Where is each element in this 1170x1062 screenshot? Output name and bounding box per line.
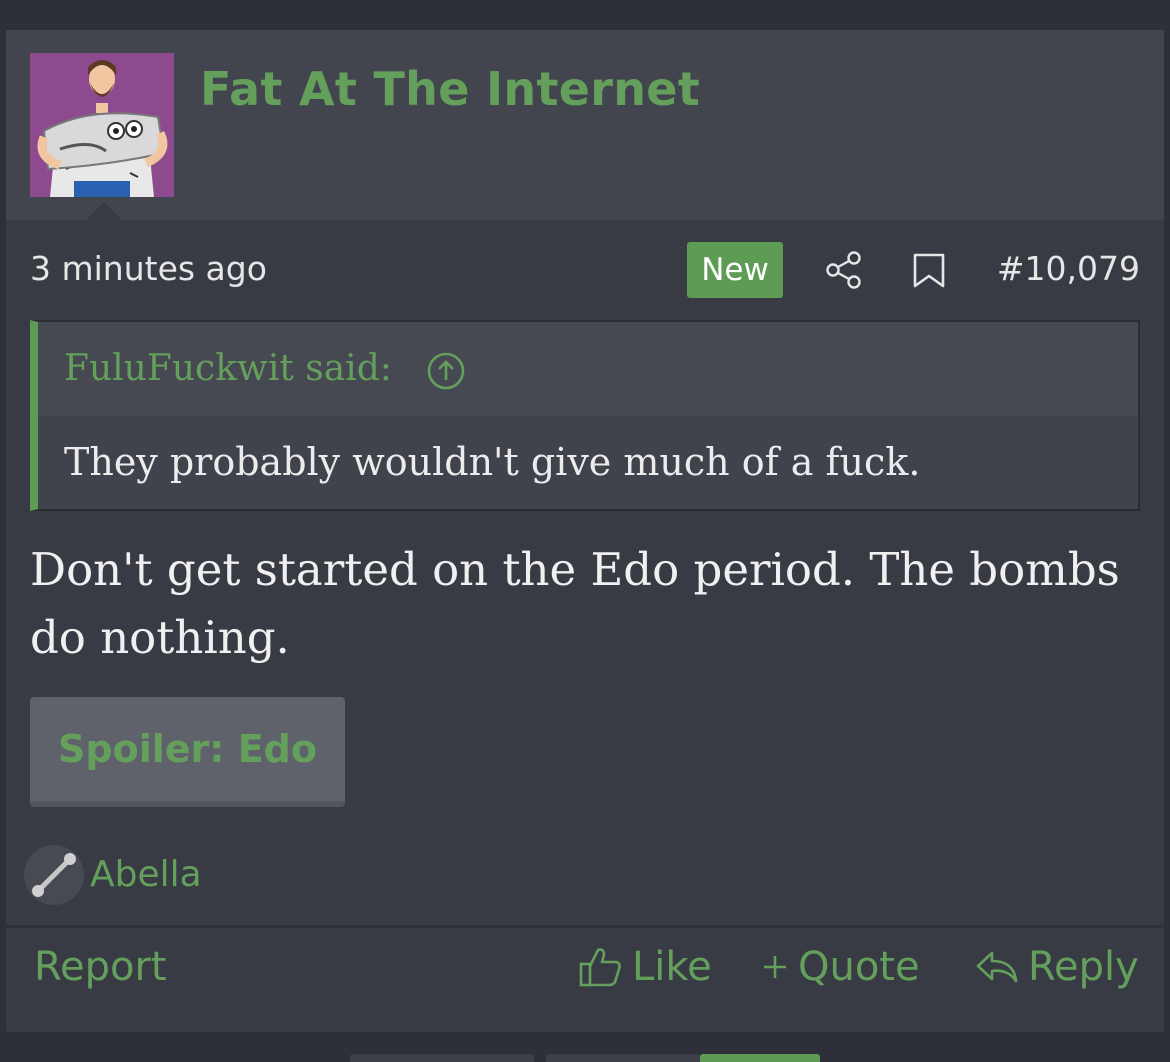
report-button[interactable]: Report [34,944,167,990]
message-body: Don't get started on the Edo period. The… [30,543,1120,664]
post-number-link[interactable]: #10,079 [997,249,1140,288]
reply-label: Reply [1028,944,1139,990]
reply-arrow-icon [976,951,1018,983]
quote-label: Quote [798,944,920,990]
quote-header: FuluFuckwit said: [38,322,1138,416]
barbell-icon[interactable] [24,845,84,905]
user-avatar[interactable] [30,53,174,197]
new-badge: New [687,242,783,298]
page-tab-active[interactable] [700,1054,820,1062]
report-label: Report [34,944,167,990]
quote-text: They probably wouldn't give much of a fu… [64,440,921,484]
spoiler-button[interactable]: Spoiler: Edo [30,697,345,807]
reaction-user-link[interactable]: Abella [90,854,202,895]
like-button[interactable]: Like [578,944,712,990]
arrow-up-circle-icon[interactable] [426,351,466,391]
page-tab-2[interactable] [546,1054,700,1062]
page-tab-1[interactable] [350,1054,534,1062]
footer-divider [6,925,1164,928]
quote-block: FuluFuckwit said: They probably wouldn't… [30,320,1140,511]
plus-icon [764,956,786,978]
post-header: Fat At The Internet [6,30,1164,220]
post-timestamp[interactable]: 3 minutes ago [30,249,267,288]
reply-button[interactable]: Reply [974,944,1139,990]
thumbs-up-icon [579,948,621,987]
share-icon[interactable] [824,250,864,290]
quote-button[interactable]: Quote [760,944,920,990]
post-container: Fat At The Internet 3 minutes ago New #1… [6,30,1164,1032]
like-label: Like [632,944,712,990]
bookmark-icon[interactable] [911,252,947,290]
username-link[interactable]: Fat At The Internet [200,62,700,116]
quote-author[interactable]: FuluFuckwit said: [64,348,392,389]
header-pointer [86,202,122,220]
